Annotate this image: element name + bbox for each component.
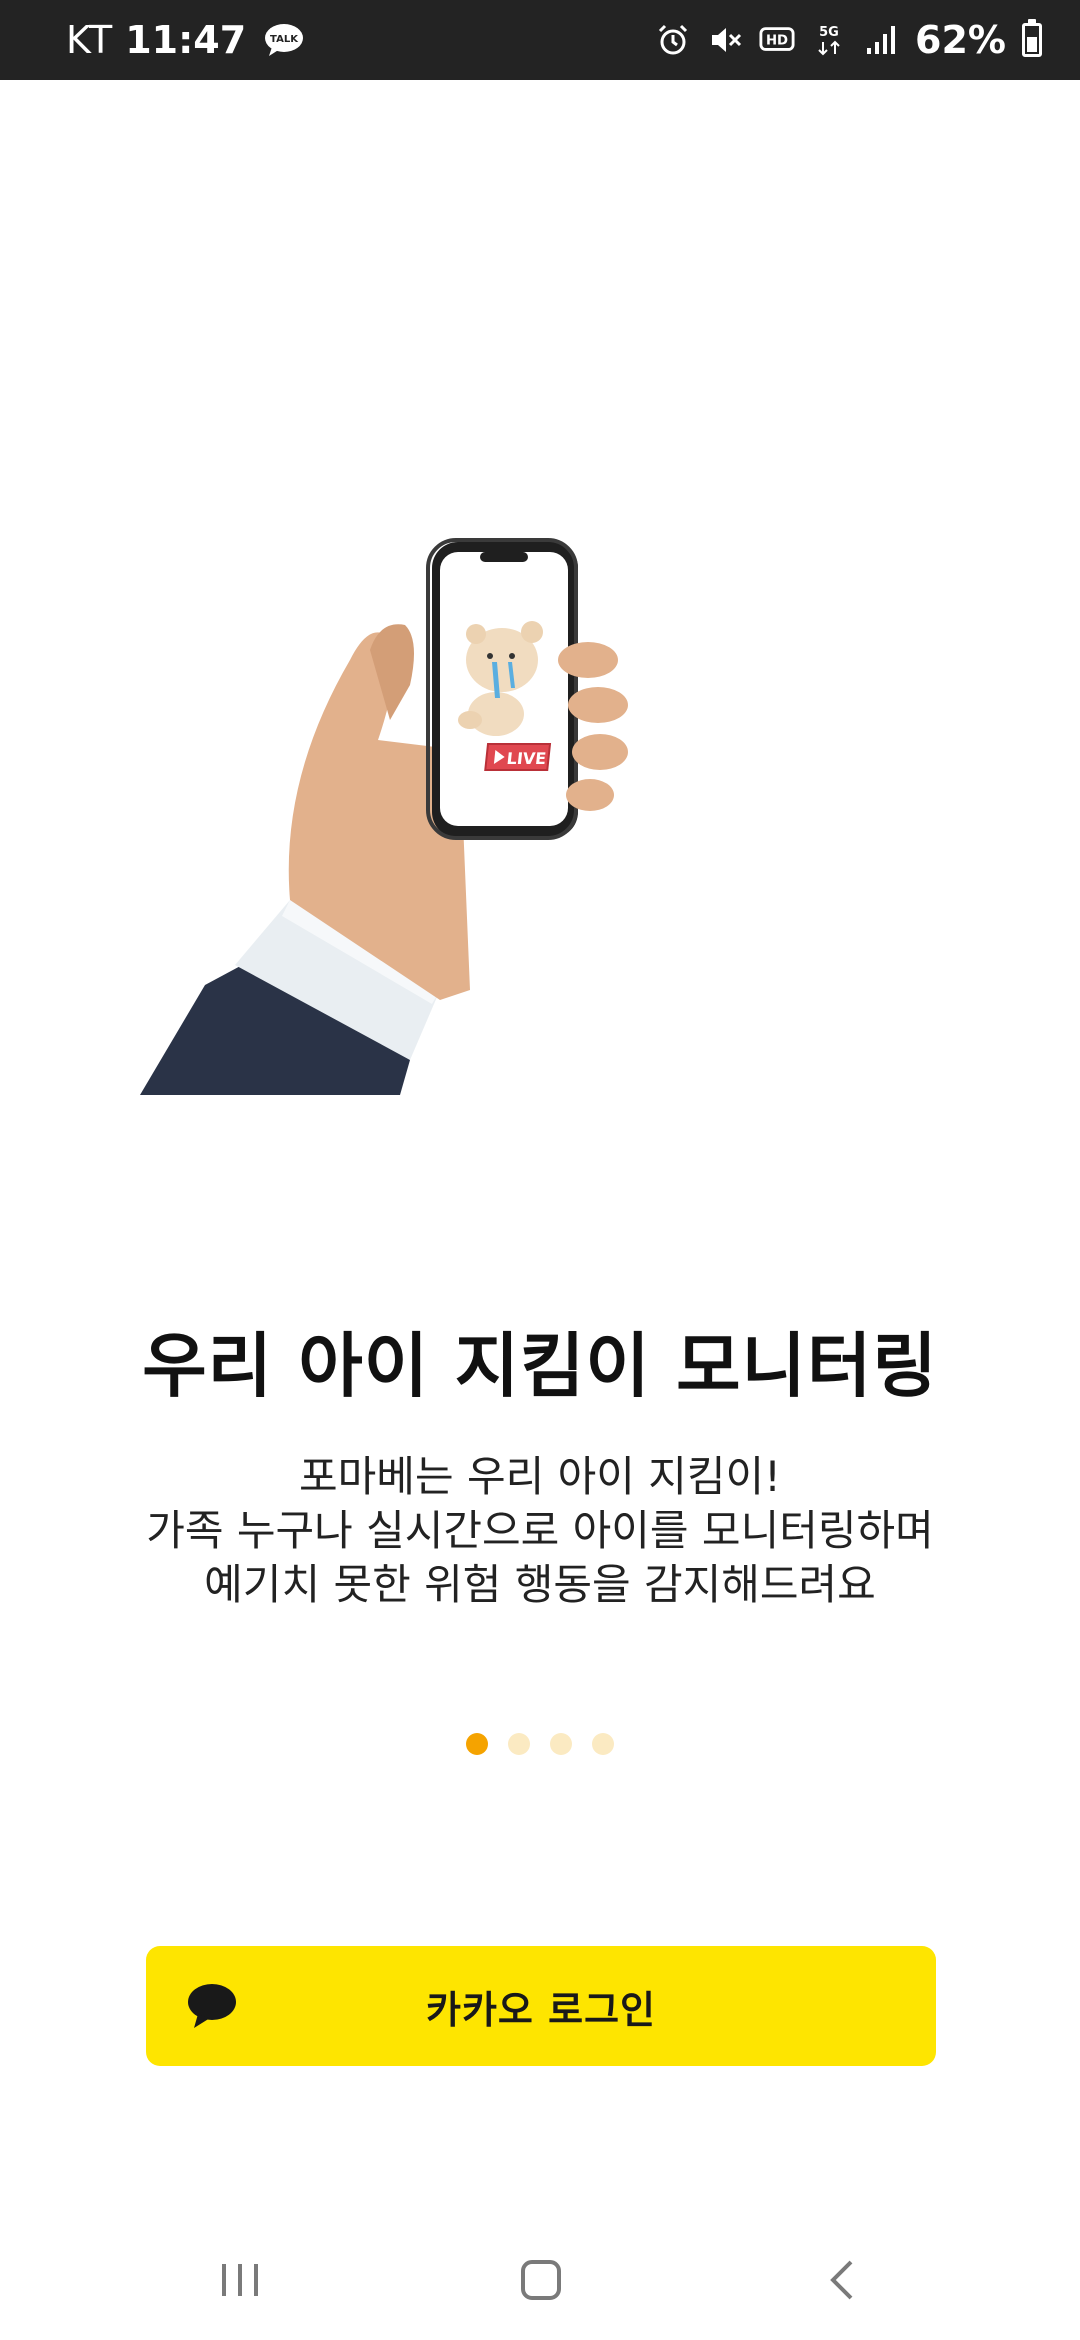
carrier-label: KT: [66, 18, 114, 62]
description-line: 가족 누구나 실시간으로 아이를 모니터링하며: [146, 1506, 934, 1555]
description-line: 예기치 못한 위험 행동을 감지해드려요: [204, 1560, 876, 1609]
hand-holding-phone-illustration: LIVE: [140, 520, 720, 1100]
recent-apps-icon[interactable]: [205, 2250, 275, 2310]
system-navigation-bar: [0, 2210, 1080, 2340]
clock: 11:47: [125, 18, 247, 62]
kakao-login-label: 카카오 로그인: [426, 1987, 656, 2032]
page-dot-2[interactable]: [508, 1733, 530, 1755]
description-line: 포마베는 우리 아이 지킴이!: [299, 1452, 781, 1501]
hd-icon: HD: [759, 22, 795, 58]
signal-icon: [863, 22, 899, 58]
home-icon[interactable]: [506, 2250, 576, 2310]
svg-text:HD: HD: [766, 34, 788, 49]
onboarding-screen: KT 11:47 TALK HD 5G 62% LIVE 우리 아이 지킴이 모…: [0, 0, 1080, 2340]
page-dot-4[interactable]: [592, 1733, 614, 1755]
status-bar: KT 11:47 TALK HD 5G 62%: [0, 0, 1080, 80]
svg-text:5G: 5G: [819, 25, 839, 40]
battery-icon: [1022, 19, 1042, 57]
onboarding-title: 우리 아이 지킴이 모니터링: [142, 1325, 938, 1407]
battery-percent: 62%: [915, 18, 1006, 62]
kakao-login-button[interactable]: 카카오 로그인: [146, 1946, 936, 2066]
onboarding-description: 포마베는 우리 아이 지킴이! 가족 누구나 실시간으로 아이를 모니터링하며 …: [60, 1450, 1020, 1612]
talk-icon: TALK: [264, 23, 304, 57]
kakao-bubble-icon: [186, 1980, 238, 2032]
5g-icon: 5G: [811, 22, 847, 58]
mute-icon: [707, 22, 743, 58]
live-badge: LIVE: [506, 749, 547, 768]
back-icon[interactable]: [808, 2250, 878, 2310]
svg-text:TALK: TALK: [270, 34, 299, 45]
page-indicator: [0, 1733, 1080, 1755]
alarm-icon: [655, 22, 691, 58]
page-dot-1[interactable]: [466, 1733, 488, 1755]
page-dot-3[interactable]: [550, 1733, 572, 1755]
